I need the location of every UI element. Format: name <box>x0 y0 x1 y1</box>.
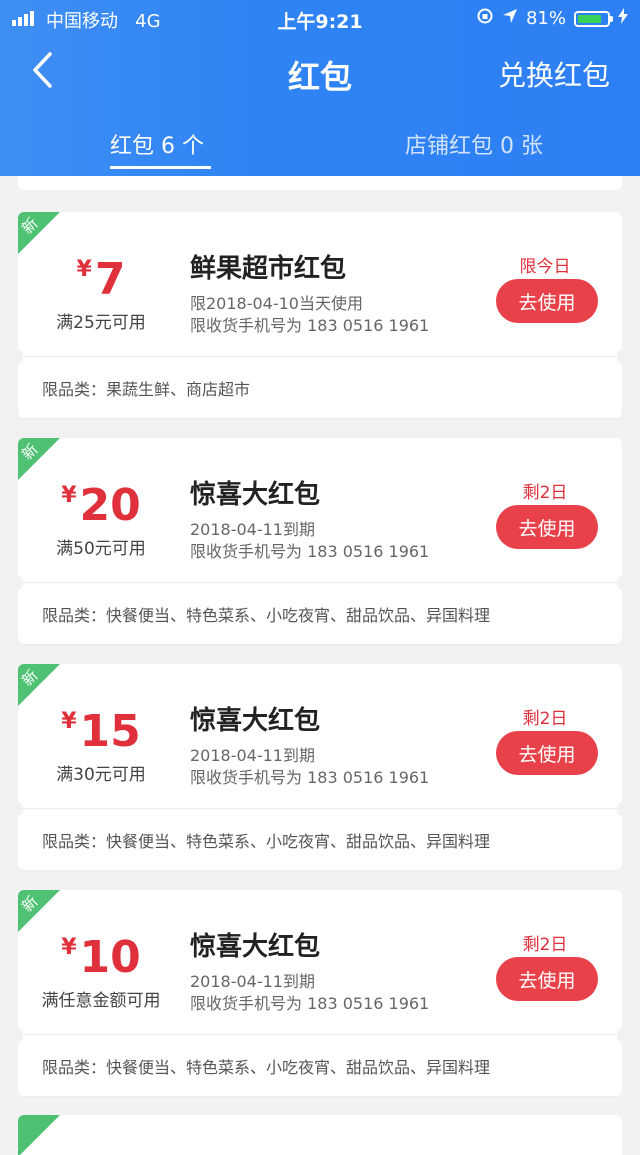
exchange-redpacket-button[interactable]: 兑换红包 <box>498 54 610 94</box>
expiry-text: 2018-04-11到期 <box>190 746 315 765</box>
card-divider <box>18 582 622 583</box>
card-notch <box>18 576 23 590</box>
currency-symbol: ¥ <box>61 935 77 960</box>
amount: ¥10 <box>18 932 184 983</box>
currency-symbol: ¥ <box>76 257 92 282</box>
new-badge <box>18 1115 60 1155</box>
category-restriction: 限品类：快餐便当、特色菜系、小吃夜宵、甜品饮品、异国料理 <box>42 606 491 625</box>
card-notch <box>617 1028 622 1042</box>
card-notch <box>617 802 622 816</box>
card-divider <box>18 808 622 809</box>
phone-restriction: 限收货手机号为 183 0516 1961 <box>190 994 430 1013</box>
orientation-lock-icon <box>476 7 494 30</box>
category-restriction: 限品类：快餐便当、特色菜系、小吃夜宵、甜品饮品、异国料理 <box>42 1058 491 1077</box>
use-condition: 满任意金额可用 <box>41 991 161 1011</box>
phone-restriction: 限收货手机号为 183 0516 1961 <box>190 316 430 335</box>
status-right: 81% <box>476 7 628 30</box>
amount-value: 10 <box>79 932 141 983</box>
amount: ¥20 <box>18 480 184 531</box>
phone-restriction: 限收货手机号为 183 0516 1961 <box>190 542 430 561</box>
redpacket-card: 新 ¥20 满50元可用 惊喜大红包 2018-04-11到期 限收货手机号为 … <box>18 438 622 644</box>
phone-restriction: 限收货手机号为 183 0516 1961 <box>190 768 430 787</box>
card-divider <box>18 1034 622 1035</box>
amount: ¥7 <box>18 254 184 305</box>
expiry-text: 2018-04-11到期 <box>190 520 315 539</box>
redpacket-card: 新 ¥7 满25元可用 鲜果超市红包 限2018-04-10当天使用 限收货手机… <box>18 212 622 418</box>
tab-redpackets[interactable]: 红包 6 个 <box>110 128 204 160</box>
partial-card-top <box>18 176 622 190</box>
amount-value: 15 <box>79 706 141 757</box>
battery-percent: 81% <box>525 8 566 29</box>
use-button[interactable]: 去使用 <box>496 505 598 549</box>
category-restriction: 限品类：果蔬生鲜、商店超市 <box>42 380 251 399</box>
redpacket-card: 新 ¥10 满任意金额可用 惊喜大红包 2018-04-11到期 限收货手机号为… <box>18 890 622 1096</box>
status-bar: 中国移动 4G 上午9:21 81% <box>0 0 640 34</box>
card-divider <box>18 356 622 357</box>
card-title: 惊喜大红包 <box>190 480 321 510</box>
amount-value: 20 <box>79 480 141 531</box>
partial-card-bottom <box>18 1115 622 1155</box>
location-icon <box>502 8 518 29</box>
charging-icon <box>618 8 628 29</box>
active-tab-indicator <box>110 166 211 169</box>
card-notch <box>18 802 23 816</box>
card-title: 惊喜大红包 <box>190 932 321 962</box>
expiry-text: 2018-04-11到期 <box>190 972 315 991</box>
card-notch <box>18 350 23 364</box>
use-condition: 满30元可用 <box>56 765 146 785</box>
use-condition: 满25元可用 <box>56 313 146 333</box>
amount: ¥15 <box>18 706 184 757</box>
app-header: 中国移动 4G 上午9:21 81% 红包 兑换红包 红包 6 个 店铺红包 0… <box>0 0 640 176</box>
use-button[interactable]: 去使用 <box>496 731 598 775</box>
tab-shop-redpackets[interactable]: 店铺红包 0 张 <box>405 128 543 160</box>
amount-value: 7 <box>94 254 126 305</box>
use-button[interactable]: 去使用 <box>496 279 598 323</box>
card-notch <box>617 350 622 364</box>
expiry-text: 限2018-04-10当天使用 <box>190 294 363 313</box>
nav-bar: 红包 兑换红包 <box>0 34 640 110</box>
remaining-days: 剩2日 <box>522 709 568 729</box>
remaining-days: 剩2日 <box>522 483 568 503</box>
use-condition: 满50元可用 <box>56 539 146 559</box>
card-title: 鲜果超市红包 <box>190 254 347 284</box>
remaining-days: 剩2日 <box>522 935 568 955</box>
currency-symbol: ¥ <box>61 709 77 734</box>
tab-bar: 红包 6 个 店铺红包 0 张 <box>0 118 640 176</box>
redpacket-card: 新 ¥15 满30元可用 惊喜大红包 2018-04-11到期 限收货手机号为 … <box>18 664 622 870</box>
category-restriction: 限品类：快餐便当、特色菜系、小吃夜宵、甜品饮品、异国料理 <box>42 832 491 851</box>
battery-icon <box>574 10 613 27</box>
use-button[interactable]: 去使用 <box>496 957 598 1001</box>
currency-symbol: ¥ <box>61 483 77 508</box>
card-notch <box>18 1028 23 1042</box>
card-title: 惊喜大红包 <box>190 706 321 736</box>
card-notch <box>617 576 622 590</box>
remaining-days: 限今日 <box>519 257 571 277</box>
